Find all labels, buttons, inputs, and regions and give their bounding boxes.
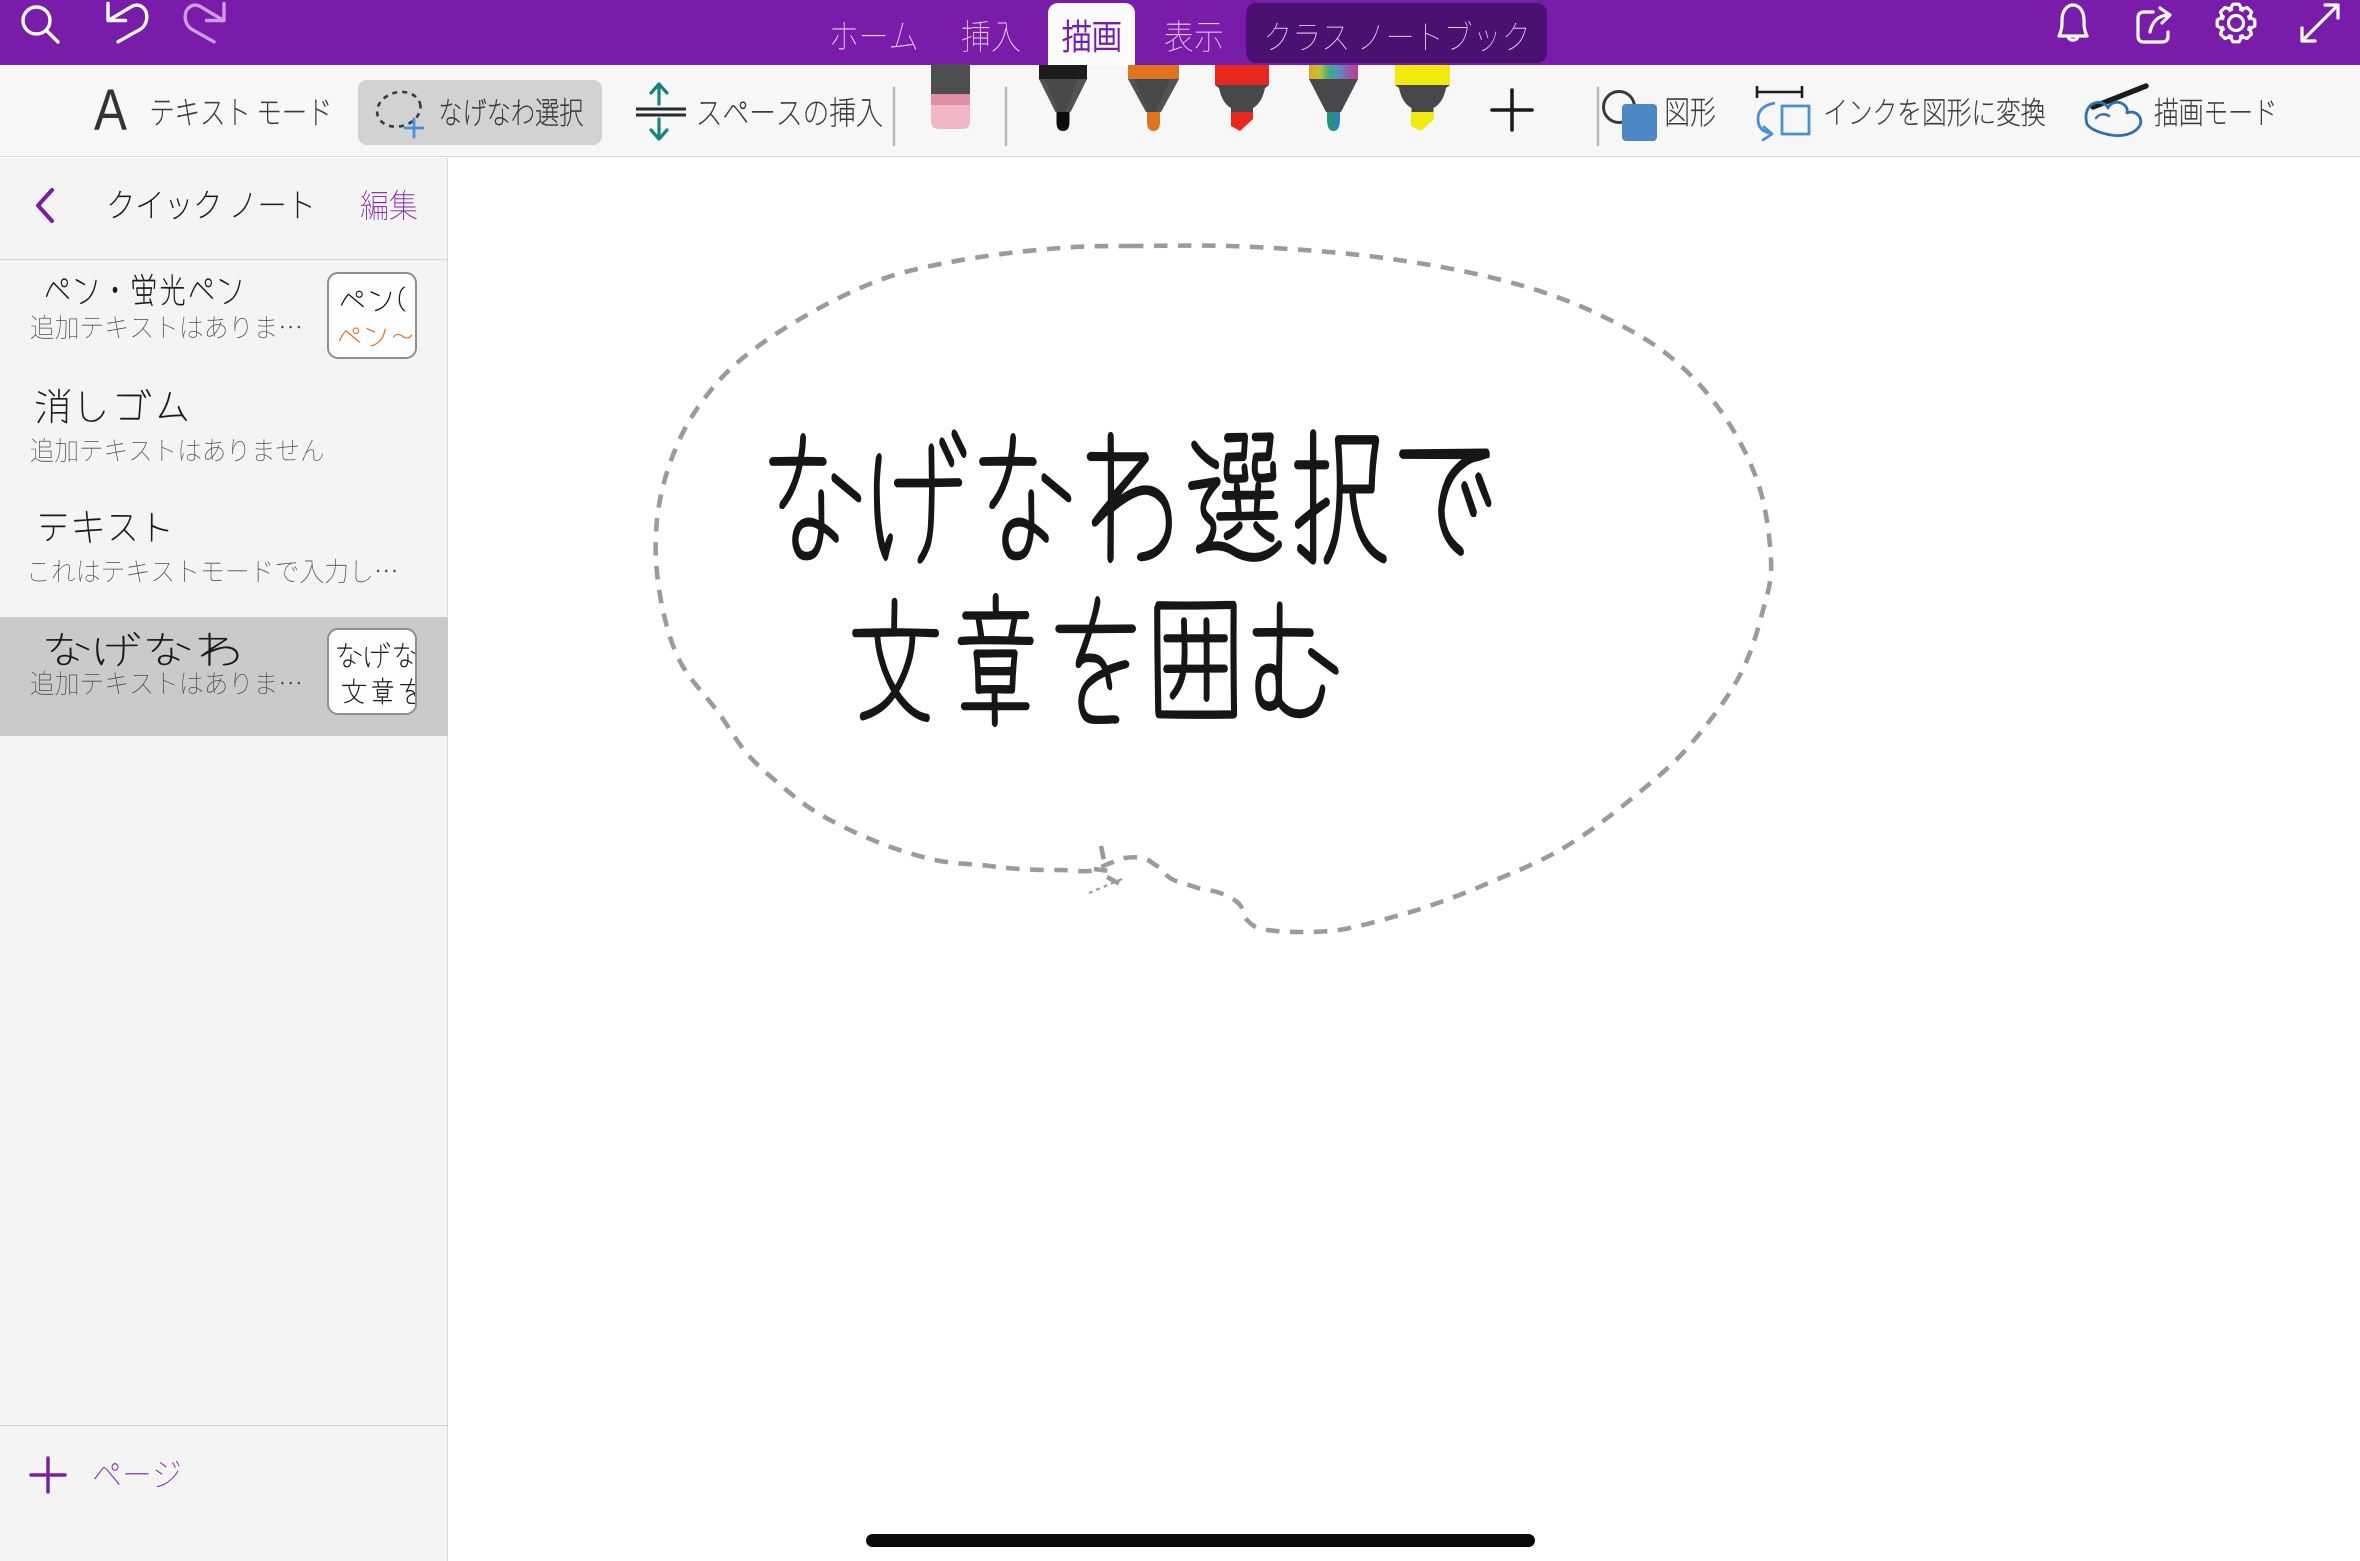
svg-text:A: A	[94, 78, 127, 143]
